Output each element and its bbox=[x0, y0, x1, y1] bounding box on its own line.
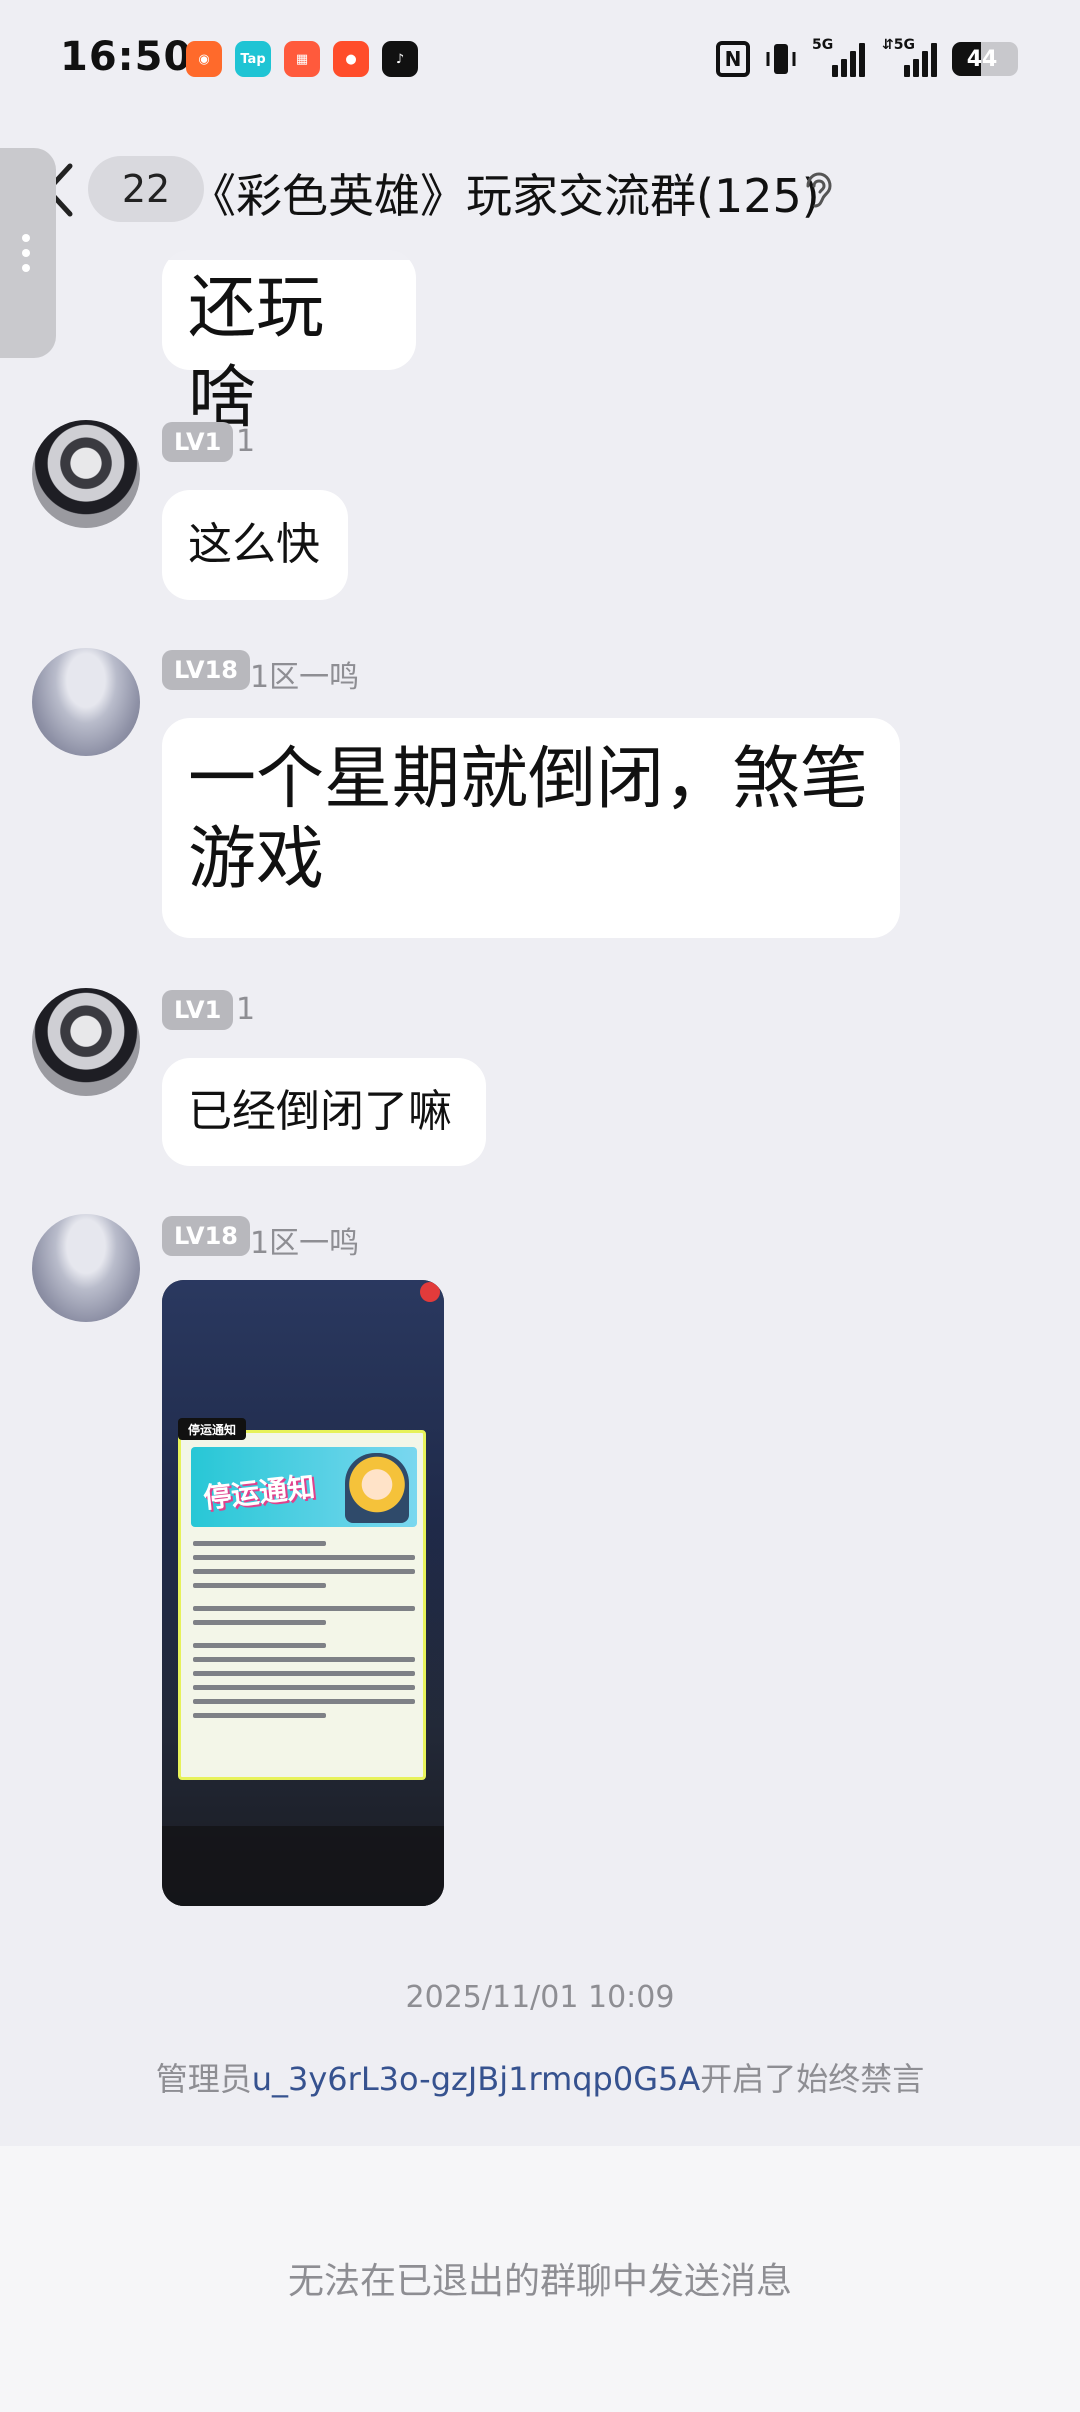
cannot-send-notice: 无法在已退出的群聊中发送消息 bbox=[287, 2261, 792, 2302]
level-badge: LV18 bbox=[162, 1216, 250, 1256]
input-disabled-footer: 无法在已退出的群聊中发送消息 bbox=[0, 2146, 1080, 2412]
notice-tag: 停运通知 bbox=[178, 1418, 247, 1440]
message-bubble[interactable]: 已经倒闭了嘛 bbox=[162, 1058, 486, 1166]
red-dot-icon bbox=[420, 1282, 440, 1302]
app-icon-3: ▦ bbox=[284, 41, 320, 77]
sender-nickname[interactable]: 1 bbox=[236, 424, 255, 459]
clock: 16:50 bbox=[60, 34, 193, 80]
message-bubble[interactable]: 一个星期就倒闭，煞笔游戏 bbox=[162, 718, 900, 938]
ear-icon[interactable] bbox=[800, 170, 834, 210]
game-bottom-bar bbox=[162, 1826, 444, 1906]
taptap-icon: Tap bbox=[235, 41, 271, 77]
signal-5g-icon: 5G bbox=[812, 37, 868, 77]
avatar[interactable] bbox=[32, 1214, 140, 1322]
battery-level: 44 bbox=[966, 46, 998, 72]
avatar[interactable] bbox=[32, 988, 140, 1096]
system-notice: 管理员u_3y6rL3o-gzJBj1rmqp0G5A开启了始终禁言 bbox=[0, 2054, 1080, 2100]
tiktok-icon: ♪ bbox=[382, 41, 418, 77]
admin-user-link[interactable]: u_3y6rL3o-gzJBj1rmqp0G5A bbox=[252, 2060, 701, 2098]
message-bubble[interactable]: 还玩啥 bbox=[162, 250, 416, 438]
system-notice-suffix: 开启了始终禁言 bbox=[700, 2060, 925, 2098]
level-badge: LV18 bbox=[162, 650, 250, 690]
sender-nickname[interactable]: 1区一鸣 bbox=[250, 1218, 359, 1262]
notice-banner-title: 停运通知 bbox=[201, 1470, 317, 1515]
app-icon-1: ◉ bbox=[186, 41, 222, 77]
sender-nickname[interactable]: 1区一鸣 bbox=[250, 652, 359, 696]
notification-icons: ◉ Tap ▦ ● ♪ bbox=[186, 41, 418, 77]
message-timestamp: 2025/11/01 10:09 bbox=[405, 1980, 675, 2015]
level-badge: LV1 bbox=[162, 422, 234, 462]
battery-icon: 44 bbox=[952, 42, 1018, 76]
status-bar: 16:50 ◉ Tap ▦ ● ♪ N 5G ⇵5G 44 bbox=[0, 0, 1080, 120]
character-illustration bbox=[345, 1453, 409, 1523]
app-icon-4: ● bbox=[333, 41, 369, 77]
signal-5g-icon-2: ⇵5G bbox=[882, 37, 938, 77]
more-dots-icon bbox=[22, 234, 30, 279]
message-bubble[interactable]: 这么快 bbox=[162, 490, 348, 600]
avatar[interactable] bbox=[32, 648, 140, 756]
vibrate-icon bbox=[764, 40, 798, 78]
image-message[interactable]: 停运通知 停运通知 bbox=[162, 1280, 444, 1906]
chat-title[interactable]: 《彩色英雄》玩家交流群(125) bbox=[190, 160, 820, 226]
notice-text-lines bbox=[193, 1541, 415, 1727]
nfc-icon: N bbox=[716, 41, 750, 77]
system-notice-prefix: 管理员 bbox=[155, 2060, 252, 2098]
system-icons: N 5G ⇵5G 44 bbox=[716, 37, 1018, 78]
avatar[interactable] bbox=[32, 420, 140, 528]
unread-count-badge[interactable]: 22 bbox=[88, 156, 204, 222]
notice-banner: 停运通知 bbox=[191, 1447, 417, 1527]
sender-nickname[interactable]: 1 bbox=[236, 992, 255, 1027]
floating-side-handle[interactable] bbox=[0, 148, 56, 358]
level-badge: LV1 bbox=[162, 990, 234, 1030]
shutdown-notice-card: 停运通知 bbox=[178, 1430, 426, 1780]
